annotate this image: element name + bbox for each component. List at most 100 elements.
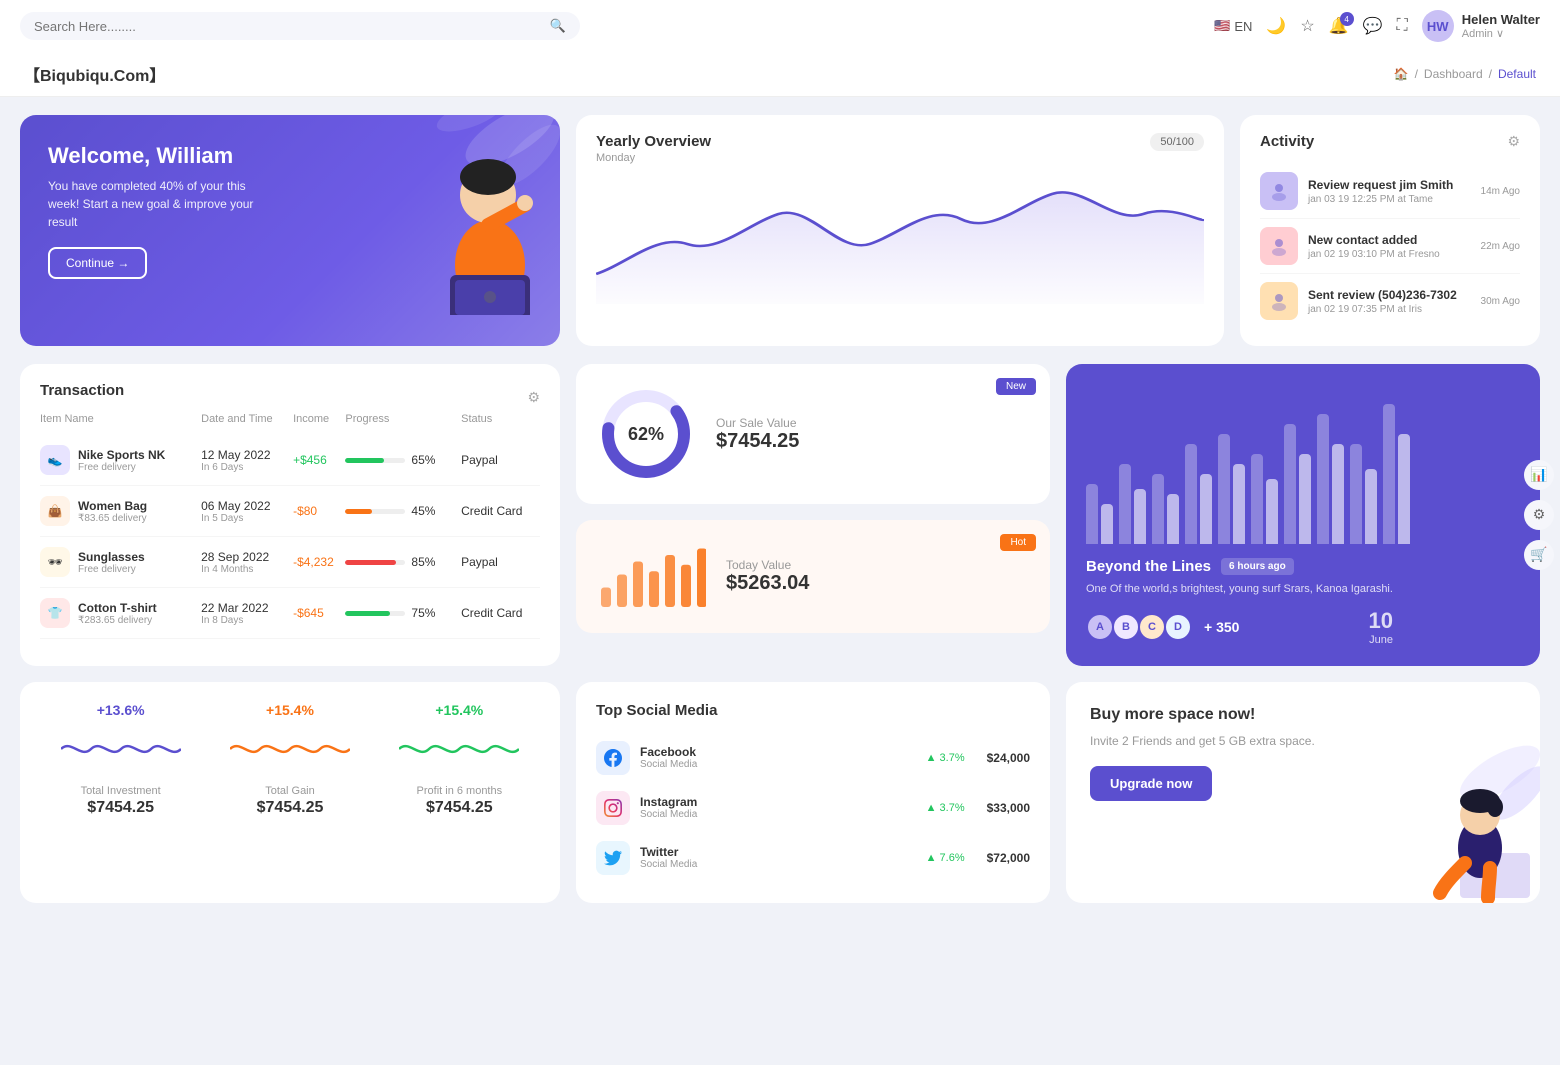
social-pct: ▲ 3.7% <box>926 802 965 814</box>
sale-label: Our Sale Value <box>716 416 799 430</box>
activity-settings-icon[interactable]: ⚙ <box>1507 133 1520 150</box>
fullscreen-button[interactable]: ⛶ <box>1397 17 1408 35</box>
social-amount: $33,000 <box>987 801 1030 815</box>
beyond-date: 10 June <box>1368 608 1392 646</box>
nav-icons: 🇺🇸 EN 🌙 ☆ 🔔 4 💬 ⛶ HW Helen Walter Admin … <box>1214 10 1540 42</box>
notifications-button[interactable]: 🔔 4 <box>1329 16 1349 36</box>
stat-pct: +13.6% <box>44 702 197 718</box>
yearly-subtitle: Monday <box>596 152 711 164</box>
beyond-bar-chart <box>1086 384 1520 544</box>
bar-light <box>1284 424 1296 544</box>
language-button[interactable]: 🇺🇸 EN <box>1214 18 1252 34</box>
stat-item: +15.4% Total Gain $7454.25 <box>213 702 366 883</box>
breadcrumb-current: Default <box>1498 67 1536 81</box>
bar-group <box>1086 484 1113 544</box>
chart-icon-btn[interactable]: 📊 <box>1524 460 1554 490</box>
user-text: Helen Walter Admin ∨ <box>1462 12 1540 40</box>
sale-column: New 62% Our Sale Value $7454.25 Hot <box>576 364 1050 666</box>
transaction-title: Transaction <box>40 382 124 399</box>
bar-dark <box>1134 489 1146 544</box>
cart-icon-btn[interactable]: 🛒 <box>1524 540 1554 570</box>
bar-dark <box>1398 434 1410 544</box>
income-cell: -$645 <box>293 588 345 639</box>
social-amount: $24,000 <box>987 751 1030 765</box>
progress-pct: 45% <box>411 504 435 518</box>
side-icons: 📊 ⚙ 🛒 <box>1524 460 1554 570</box>
social-pct: ▲ 7.6% <box>926 852 965 864</box>
user-name: Helen Walter <box>1462 12 1540 27</box>
settings-icon-btn[interactable]: ⚙ <box>1524 500 1554 530</box>
user-menu[interactable]: HW Helen Walter Admin ∨ <box>1422 10 1540 42</box>
item-icon: 👟 <box>40 445 70 475</box>
breadcrumb-dashboard[interactable]: Dashboard <box>1424 67 1483 81</box>
home-icon[interactable]: 🏠 <box>1394 67 1409 81</box>
bookmark-button[interactable]: ☆ <box>1300 16 1314 36</box>
donut-percent: 62% <box>628 424 664 445</box>
messages-button[interactable]: 💬 <box>1363 16 1383 36</box>
table-row: 👕 Cotton T-shirt ₹283.65 delivery 22 Mar… <box>40 588 540 639</box>
bar-light <box>1251 454 1263 544</box>
progress-pct: 75% <box>411 606 435 620</box>
wave-chart <box>399 724 519 774</box>
progress-fill <box>345 560 396 565</box>
search-bar[interactable]: 🔍 <box>20 12 580 40</box>
income-cell: -$4,232 <box>293 537 345 588</box>
bar-dark <box>1101 504 1113 544</box>
continue-button[interactable]: Continue → <box>48 247 147 279</box>
progress-bar <box>345 509 405 514</box>
activity-title: Activity <box>1260 133 1314 150</box>
stat-item: +13.6% Total Investment $7454.25 <box>44 702 197 883</box>
beyond-container: Beyond the Lines 6 hours ago One Of the … <box>1066 364 1540 666</box>
progress-cell: 65% <box>345 435 461 486</box>
sale-value: $7454.25 <box>716 430 799 453</box>
activity-item: Review request jim Smith jan 03 19 12:25… <box>1260 164 1520 219</box>
transaction-table: Item NameDate and TimeIncomeProgressStat… <box>40 413 540 639</box>
table-header-cell: Income <box>293 413 345 435</box>
beyond-title-text: Beyond the Lines <box>1086 558 1211 575</box>
social-item: Instagram Social Media ▲ 3.7% $33,000 <box>596 783 1030 833</box>
upgrade-button[interactable]: Upgrade now <box>1090 766 1212 801</box>
bar-group <box>1284 424 1311 544</box>
transaction-settings-icon[interactable]: ⚙ <box>527 389 540 406</box>
beyond-footer: Beyond the Lines 6 hours ago One Of the … <box>1086 558 1520 646</box>
table-row: 👟 Nike Sports NK Free delivery 12 May 20… <box>40 435 540 486</box>
bar-group <box>1350 444 1377 544</box>
progress-fill <box>345 611 390 616</box>
today-bar-chart <box>596 540 706 613</box>
main-row3: +13.6% Total Investment $7454.25 +15.4% … <box>0 682 1560 923</box>
progress-bar <box>345 560 405 565</box>
bar-light <box>1119 464 1131 544</box>
activity-text: New contact added jan 02 19 03:10 PM at … <box>1308 233 1471 260</box>
activity-item-time: 14m Ago <box>1481 186 1520 197</box>
yearly-overview-card: Yearly Overview Monday 50/100 <box>576 115 1224 346</box>
main-row2: Transaction ⚙ Item NameDate and TimeInco… <box>0 364 1560 682</box>
search-input[interactable] <box>34 19 542 34</box>
beyond-card: Beyond the Lines 6 hours ago One Of the … <box>1066 364 1540 666</box>
main-row1: Welcome, William You have completed 40% … <box>0 97 1560 364</box>
social-icon <box>596 841 630 875</box>
progress-pct: 65% <box>411 453 435 467</box>
activity-item-sub: jan 03 19 12:25 PM at Tame <box>1308 194 1471 205</box>
bar-light <box>1152 474 1164 544</box>
social-name: Twitter <box>640 845 697 859</box>
today-value: $5263.04 <box>726 572 809 595</box>
bar-dark <box>1332 444 1344 544</box>
welcome-subtitle: You have completed 40% of your this week… <box>48 177 268 231</box>
today-text: Today Value $5263.04 <box>726 558 809 595</box>
bar-dark <box>1299 454 1311 544</box>
avatar-2: B <box>1112 613 1140 641</box>
dark-mode-button[interactable]: 🌙 <box>1266 16 1286 36</box>
date-cell: 28 Sep 2022 In 4 Months <box>201 537 293 588</box>
social-icon <box>596 741 630 775</box>
activity-thumb <box>1260 227 1298 265</box>
progress-bar <box>345 458 405 463</box>
progress-cell: 75% <box>345 588 461 639</box>
date-cell: 12 May 2022 In 6 Days <box>201 435 293 486</box>
welcome-card: Welcome, William You have completed 40% … <box>20 115 560 346</box>
activity-list: Review request jim Smith jan 03 19 12:25… <box>1260 164 1520 328</box>
lang-label: EN <box>1234 19 1252 34</box>
bar-group <box>1218 434 1245 544</box>
yearly-progress: 50/100 <box>1150 133 1204 151</box>
table-header-cell: Progress <box>345 413 461 435</box>
status-cell: Paypal <box>461 435 540 486</box>
